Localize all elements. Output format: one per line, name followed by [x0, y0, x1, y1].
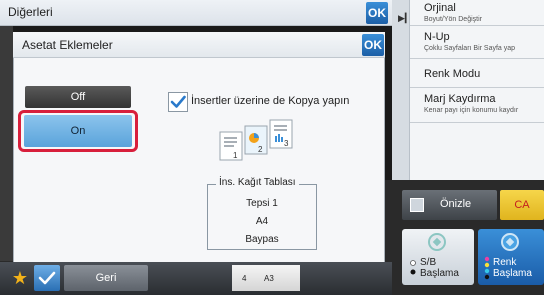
- tray-value: Tepsi 1: [246, 198, 278, 209]
- color-label-line: Renk: [493, 257, 517, 268]
- svg-text:3: 3: [284, 139, 289, 148]
- top-bar: [0, 0, 392, 26]
- right-item-subtitle: Boyut/Yön Değiştir: [424, 16, 482, 23]
- bw-start-label: S/B Başlama: [420, 257, 459, 279]
- color-indicator-icon: [484, 256, 490, 280]
- paper-size: A3: [264, 274, 274, 283]
- copy-on-inserts-label: İnsertler üzerine de Kopya yapın: [191, 95, 350, 107]
- right-item-n-up[interactable]: N-Up Çoklu Sayfaları Bir Sayfa yap: [410, 27, 544, 59]
- right-panel-collapse-strip[interactable]: [392, 0, 410, 180]
- right-item-title: Marj Kaydırma: [424, 93, 496, 105]
- checkmark-icon: [170, 95, 186, 108]
- right-item-title: Orjinal: [424, 2, 456, 14]
- clear-all-button[interactable]: CA: [500, 190, 544, 220]
- dialog-title: Asetat Eklemeler: [22, 38, 113, 52]
- bw-label-line: S/B: [420, 257, 437, 268]
- right-item-title: Renk Modu: [424, 68, 481, 80]
- inserted-pages-illustration-icon: 1 2 3: [219, 119, 293, 161]
- right-item-margin-shift[interactable]: Marj Kaydırma Kenar payı için konumu kay…: [410, 89, 544, 123]
- color-label-line: Başlama: [493, 268, 532, 279]
- bw-indicator-icon: [410, 260, 416, 275]
- bw-label-line: Başlama: [420, 268, 459, 279]
- start-diamond-icon: [501, 233, 519, 251]
- checkmark-icon: [38, 271, 56, 285]
- on-button[interactable]: On: [24, 115, 132, 147]
- right-item-subtitle: Çoklu Sayfaları Bir Sayfa yap: [424, 45, 516, 52]
- right-item-original[interactable]: Orjinal Boyut/Yön Değiştir: [410, 0, 544, 26]
- tray-value: Baypas: [245, 234, 279, 245]
- copy-status-box: 4 A3: [232, 265, 300, 291]
- right-item-subtitle: Kenar payı için konumu kaydır: [424, 107, 519, 114]
- off-button[interactable]: Off: [25, 86, 131, 108]
- back-button[interactable]: Geri: [64, 265, 148, 291]
- preview-icon: [410, 198, 424, 212]
- preview-label: Önizle: [440, 198, 472, 210]
- start-diamond-icon: [428, 233, 446, 251]
- left-edge-strip: [0, 26, 13, 261]
- tray-value: A4: [255, 216, 269, 227]
- svg-text:1: 1: [233, 151, 238, 160]
- confirm-check-button[interactable]: [34, 265, 60, 291]
- top-ok-button[interactable]: OK: [366, 2, 388, 24]
- insert-tray-title: İns. Kağıt Tablası: [216, 177, 299, 188]
- svg-text:2: 2: [258, 145, 263, 154]
- right-item-title: N-Up: [424, 31, 450, 43]
- top-bar-title: Diğerleri: [8, 5, 53, 19]
- star-icon[interactable]: ★: [8, 265, 32, 291]
- copy-on-inserts-checkbox[interactable]: [168, 92, 188, 112]
- copy-count: 4: [242, 274, 247, 283]
- right-item-color-mode[interactable]: Renk Modu: [410, 60, 544, 88]
- dialog-ok-button[interactable]: OK: [362, 34, 384, 56]
- color-start-label: Renk Başlama: [493, 257, 532, 279]
